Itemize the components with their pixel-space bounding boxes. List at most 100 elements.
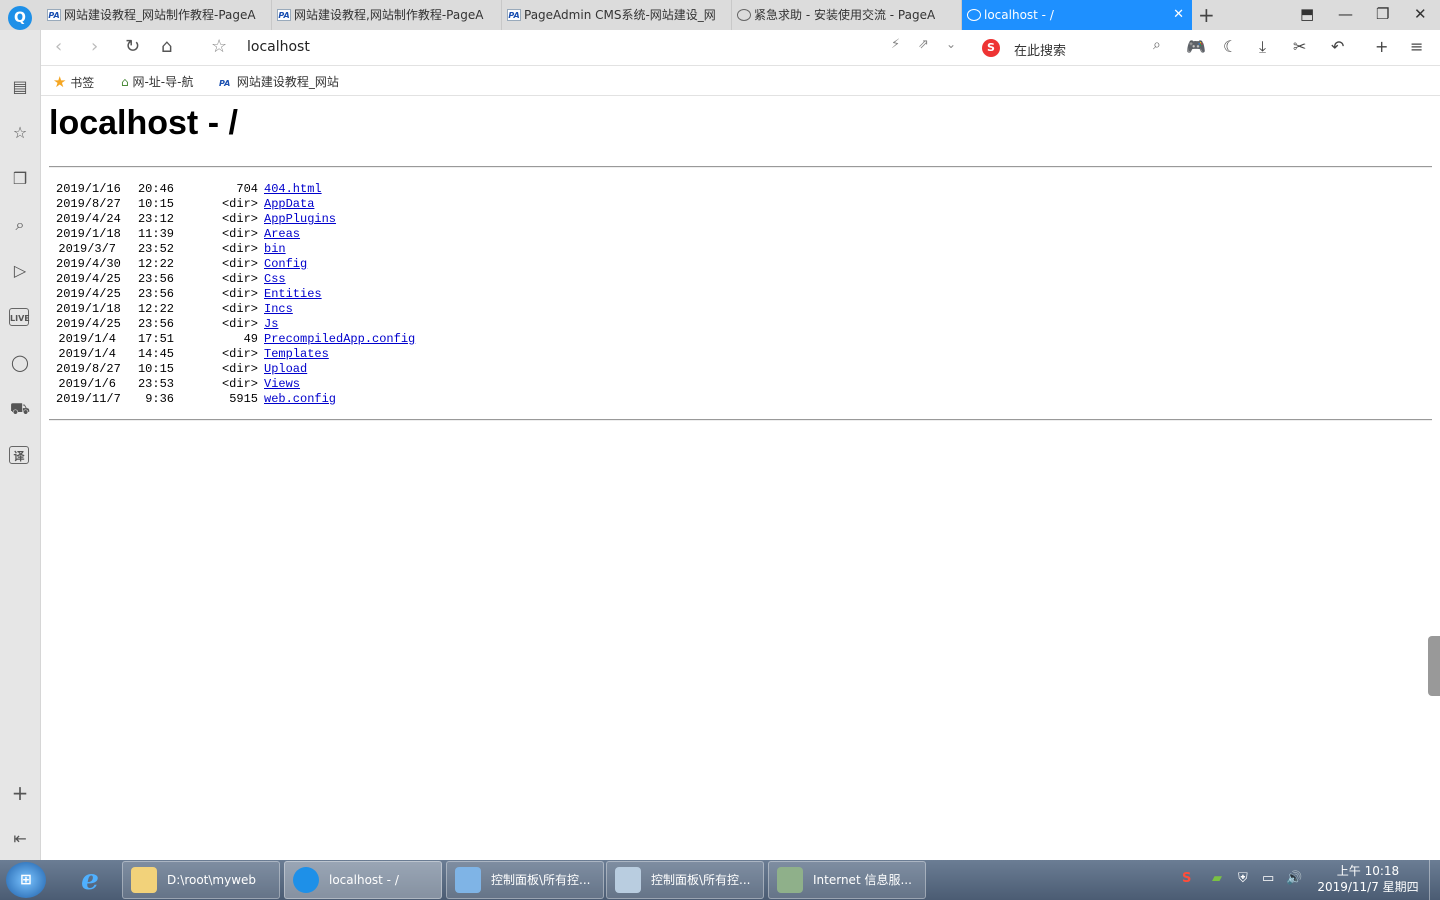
entry-link[interactable]: Upload xyxy=(264,362,307,377)
add-icon[interactable]: + xyxy=(9,782,31,804)
entry-link[interactable]: Views xyxy=(264,377,300,392)
taskbar-item-browser[interactable]: localhost - / xyxy=(284,861,442,899)
entry-link[interactable]: Config xyxy=(264,257,307,272)
entry-size: <dir> xyxy=(221,377,258,391)
night-mode-icon[interactable]: ☾ xyxy=(1223,37,1237,56)
internet-explorer-icon[interactable]: e xyxy=(70,863,110,897)
entry-time: 10:15 xyxy=(137,362,174,376)
video-icon[interactable]: ▷ xyxy=(9,260,31,282)
taskbar-item-iis[interactable]: Internet 信息服... xyxy=(768,861,926,899)
download-icon[interactable]: ⤓ xyxy=(1259,37,1266,57)
entry-link[interactable]: AppPlugins xyxy=(264,212,336,227)
clock-date: 2019/11/7 星期四 xyxy=(1317,880,1419,894)
close-window-button[interactable]: ✕ xyxy=(1414,5,1427,23)
speed-mode-icon[interactable]: ⚡ xyxy=(891,37,900,52)
game-icon[interactable]: 🎮 xyxy=(1186,37,1206,56)
tab-3[interactable]: PA PageAdmin CMS系统-网站建设_网 xyxy=(502,0,732,30)
live-icon[interactable]: LIVE xyxy=(9,308,30,326)
restore-button[interactable]: ❐ xyxy=(1376,5,1389,23)
skin-icon[interactable]: ⬒ xyxy=(1300,5,1314,23)
entry-size: <dir> xyxy=(221,362,258,376)
taskbar-item-label: localhost - / xyxy=(329,873,399,887)
bookmark-item[interactable]: ★ 书签 xyxy=(53,73,94,91)
add-icon[interactable]: + xyxy=(1375,37,1388,56)
entry-time: 9:36 xyxy=(145,392,174,406)
entry-link[interactable]: Incs xyxy=(264,302,293,317)
pageadmin-favicon-icon: PA xyxy=(507,9,521,21)
home-button[interactable]: ⌂ xyxy=(161,36,172,57)
entry-link[interactable]: Entities xyxy=(264,287,322,302)
system-clock[interactable]: 上午 10:18 2019/11/7 星期四 xyxy=(1316,863,1420,895)
reload-button[interactable]: ↻ xyxy=(125,36,140,57)
search-icon[interactable]: ⌕ xyxy=(1153,37,1161,53)
minimize-button[interactable]: — xyxy=(1338,5,1353,23)
tab-1[interactable]: PA 网站建设教程_网站制作教程-PageA xyxy=(42,0,272,30)
entry-date: 2019/11/7 xyxy=(56,392,121,406)
collapse-icon[interactable]: ⇤ xyxy=(9,828,31,850)
favorites-icon[interactable]: ☆ xyxy=(9,122,31,144)
entry-size: <dir> xyxy=(221,347,258,361)
cart-icon[interactable]: ⛟ xyxy=(9,398,31,420)
divider xyxy=(49,166,1432,168)
new-tab-button[interactable]: + xyxy=(1198,3,1215,27)
entry-link[interactable]: Areas xyxy=(264,227,300,242)
entry-size: <dir> xyxy=(221,302,258,316)
tab-2[interactable]: PA 网站建设教程,网站制作教程-PageA xyxy=(272,0,502,30)
news-icon[interactable]: ▤ xyxy=(9,76,31,98)
scroll-handle[interactable] xyxy=(1428,636,1440,696)
taskbar-item-control-panel-2[interactable]: 控制面板\所有控... xyxy=(606,861,764,899)
shield-icon[interactable]: ⛨ xyxy=(1238,871,1248,886)
undo-icon[interactable]: ↶ xyxy=(1331,37,1344,56)
entry-link[interactable]: web.config xyxy=(264,392,336,407)
network-icon[interactable]: ▭ xyxy=(1262,871,1274,886)
chevron-down-icon[interactable]: ⌄ xyxy=(946,37,956,51)
translate-icon[interactable]: 译 xyxy=(9,446,29,464)
taskbar: ⊞ e D:\root\myweb localhost - / 控制面板\所有控… xyxy=(0,860,1440,900)
entry-time: 23:52 xyxy=(137,242,174,256)
volume-icon[interactable]: 🔊 xyxy=(1286,871,1302,886)
search-input[interactable]: 在此搜索 xyxy=(1014,40,1066,59)
forward-button[interactable]: › xyxy=(91,36,98,57)
entry-time: 20:46 xyxy=(137,182,174,196)
taskbar-item-control-panel[interactable]: 控制面板\所有控... xyxy=(446,861,604,899)
entry-time: 11:39 xyxy=(137,227,174,241)
close-tab-icon[interactable]: ✕ xyxy=(1173,0,1184,30)
entry-link[interactable]: AppData xyxy=(264,197,314,212)
entry-link[interactable]: bin xyxy=(264,242,286,257)
entry-link[interactable]: Templates xyxy=(264,347,329,362)
entry-size: 704 xyxy=(236,182,258,196)
search-engine-icon[interactable]: S xyxy=(982,39,1000,57)
entry-link[interactable]: Css xyxy=(264,272,286,287)
back-button[interactable]: ‹ xyxy=(55,36,62,57)
entry-link[interactable]: 404.html xyxy=(264,182,322,197)
entry-date: 2019/8/27 xyxy=(56,362,121,376)
tab-active[interactable]: localhost - / ✕ xyxy=(962,0,1192,30)
tab-4[interactable]: 紧急求助 - 安装使用交流 - PageA xyxy=(732,0,962,30)
entry-date: 2019/4/30 xyxy=(56,257,121,271)
entry-link[interactable]: Js xyxy=(264,317,278,332)
menu-icon[interactable]: ≡ xyxy=(1410,37,1423,56)
show-desktop-button[interactable] xyxy=(1429,860,1440,900)
nvidia-icon[interactable]: ▰ xyxy=(1212,871,1222,886)
chat-icon[interactable]: ◯ xyxy=(9,352,31,374)
taskbar-item-explorer[interactable]: D:\root\myweb xyxy=(122,861,280,899)
pageadmin-favicon-icon: PA xyxy=(277,9,291,21)
entry-link[interactable]: PrecompiledApp.config xyxy=(264,332,415,347)
address-bar[interactable]: localhost xyxy=(247,39,310,55)
screenshot-icon[interactable]: ✂ xyxy=(1293,37,1306,56)
share-icon[interactable]: ⇗ xyxy=(918,37,929,52)
taskbar-item-label: D:\root\myweb xyxy=(167,873,257,887)
control-panel-icon xyxy=(455,867,481,893)
start-button[interactable]: ⊞ xyxy=(6,862,46,898)
entry-date: 2019/1/6 xyxy=(58,377,116,391)
reader-icon[interactable]: ❒ xyxy=(9,168,31,190)
entry-time: 17:51 xyxy=(137,332,174,346)
input-method-icon[interactable]: S xyxy=(1182,871,1191,886)
entry-date: 2019/1/18 xyxy=(56,227,121,241)
bookmark-item[interactable]: ⌂ 网-址-导-航 xyxy=(121,73,193,90)
browser-logo-icon[interactable]: Q xyxy=(8,6,32,30)
search-icon[interactable]: ⌕ xyxy=(9,214,31,236)
entry-date: 2019/1/4 xyxy=(58,347,116,361)
bookmark-item[interactable]: PA 网站建设教程_网站 xyxy=(219,73,339,90)
bookmark-star-icon[interactable]: ☆ xyxy=(211,36,227,57)
